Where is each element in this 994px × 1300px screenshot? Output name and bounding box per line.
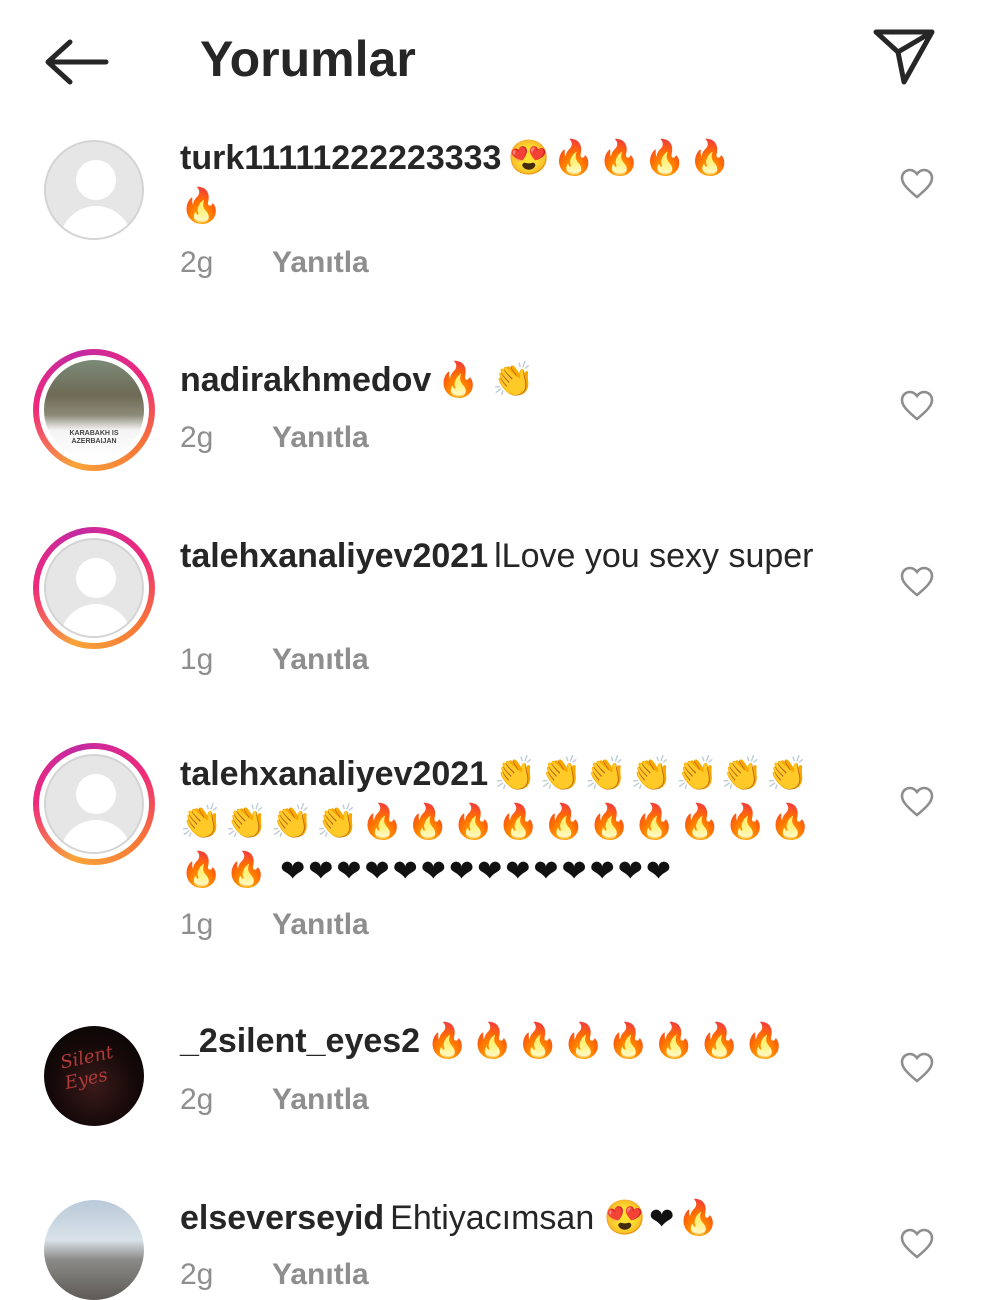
comment-body: Ehtiyacımsan — [390, 1199, 595, 1237]
emoji-heart-row: ❤❤❤❤❤❤❤❤❤❤❤❤❤❤ — [280, 855, 675, 888]
comment-text: talehxanaliyev2021 👏👏👏👏👏👏👏 👏👏👏👏🔥🔥🔥🔥🔥🔥🔥🔥🔥🔥… — [180, 750, 870, 896]
comment-meta: 2g Yanıtla — [180, 1083, 369, 1117]
heart-outline-icon[interactable] — [900, 168, 934, 200]
avatar-logo: Silent Eyes — [58, 1041, 116, 1095]
comment-username[interactable]: talehxanaliyev2021 — [180, 755, 488, 793]
avatar — [44, 754, 144, 854]
comment-username[interactable]: elseverseyid — [180, 1199, 384, 1237]
story-ring[interactable] — [33, 527, 155, 649]
emoji-fire-row: 🔥🔥🔥🔥🔥🔥🔥🔥 — [426, 1022, 789, 1060]
comment-username[interactable]: turk11111222223333 — [180, 139, 501, 177]
heart-outline-icon[interactable] — [900, 786, 934, 818]
reply-button[interactable]: Yanıtla — [272, 1083, 369, 1116]
comment-body: lLove you sexy super — [494, 537, 814, 575]
comment-text: talehxanaliyev2021 lLove you sexy super — [180, 532, 820, 580]
comment-username[interactable]: nadirakhmedov — [180, 361, 431, 399]
page-title: Yorumlar — [200, 31, 416, 87]
reply-button[interactable]: Yanıtla — [272, 908, 369, 941]
comment-meta: 2g Yanıtla — [180, 246, 369, 280]
comment-text: turk11111222223333 😍🔥🔥🔥🔥 🔥 — [180, 134, 820, 230]
heart-outline-icon[interactable] — [900, 566, 934, 598]
reply-button[interactable]: Yanıtla — [272, 1258, 369, 1291]
story-ring[interactable] — [33, 743, 155, 865]
comment-time: 2g — [180, 1083, 214, 1116]
avatar-caption: KARABAKH IS AZERBAIJAN — [69, 430, 119, 445]
avatar-placeholder-head — [76, 558, 116, 598]
comment-text: _2silent_eyes2 🔥🔥🔥🔥🔥🔥🔥🔥 — [180, 1017, 820, 1065]
emoji-heart: ❤ — [649, 1203, 678, 1236]
avatar[interactable] — [44, 1200, 144, 1300]
avatar-placeholder-head — [76, 774, 116, 814]
arrow-left-icon — [45, 39, 109, 85]
avatar[interactable]: Silent Eyes — [44, 1026, 144, 1126]
heart-outline-icon[interactable] — [900, 390, 934, 422]
share-button[interactable] — [868, 26, 940, 88]
comment-meta: 2g Yanıtla — [180, 1258, 369, 1292]
comment-text: nadirakhmedov 🔥 👏 — [180, 356, 820, 404]
comment-time: 2g — [180, 421, 214, 454]
emoji-fire-row: 🔥 — [180, 187, 226, 225]
comment-time: 1g — [180, 908, 214, 941]
avatar-placeholder-body — [60, 604, 132, 636]
emoji-heart-eyes: 😍 — [507, 139, 553, 177]
emoji-fire-row: 🔥🔥🔥🔥 — [552, 139, 735, 177]
reply-button[interactable]: Yanıtla — [272, 421, 369, 454]
avatar-placeholder-body — [60, 206, 132, 238]
emoji-fire: 🔥 — [437, 361, 483, 399]
comment-username[interactable]: talehxanaliyev2021 — [180, 537, 488, 575]
comment-time: 2g — [180, 1258, 214, 1291]
comment-meta: 1g Yanıtla — [180, 908, 369, 942]
emoji-fire: 🔥 — [677, 1199, 723, 1237]
comment-username[interactable]: _2silent_eyes2 — [180, 1022, 420, 1060]
header-bar: Yorumlar — [0, 0, 994, 120]
comment-meta: 1g Yanıtla — [180, 643, 369, 677]
emoji-heart-eyes: 😍 — [603, 1199, 650, 1237]
avatar-placeholder-body — [60, 820, 132, 852]
comment-meta: 2g Yanıtla — [180, 421, 369, 455]
avatar[interactable] — [44, 140, 144, 240]
emoji-fire-row: 🔥🔥 — [180, 851, 271, 889]
paper-plane-icon — [873, 29, 935, 85]
emoji-clap: 👏 — [492, 361, 538, 399]
comment-time: 2g — [180, 246, 214, 279]
story-ring[interactable]: KARABAKH IS AZERBAIJAN — [33, 349, 155, 471]
heart-outline-icon[interactable] — [900, 1228, 934, 1260]
reply-button[interactable]: Yanıtla — [272, 246, 369, 279]
heart-outline-icon[interactable] — [900, 1052, 934, 1084]
emoji-clap-row: 👏👏👏👏👏👏👏 — [494, 755, 812, 793]
comment-time: 1g — [180, 643, 214, 676]
back-button[interactable] — [40, 34, 112, 90]
avatar — [44, 538, 144, 638]
emoji-fire-row: 🔥🔥🔥🔥🔥🔥🔥🔥🔥🔥 — [361, 803, 815, 841]
avatar-placeholder-head — [76, 160, 116, 200]
avatar: KARABAKH IS AZERBAIJAN — [44, 360, 144, 460]
reply-button[interactable]: Yanıtla — [272, 643, 369, 676]
emoji-clap-row: 👏👏👏👏 — [180, 803, 362, 841]
comment-text: elseverseyid Ehtiyacımsan 😍❤🔥 — [180, 1194, 820, 1244]
